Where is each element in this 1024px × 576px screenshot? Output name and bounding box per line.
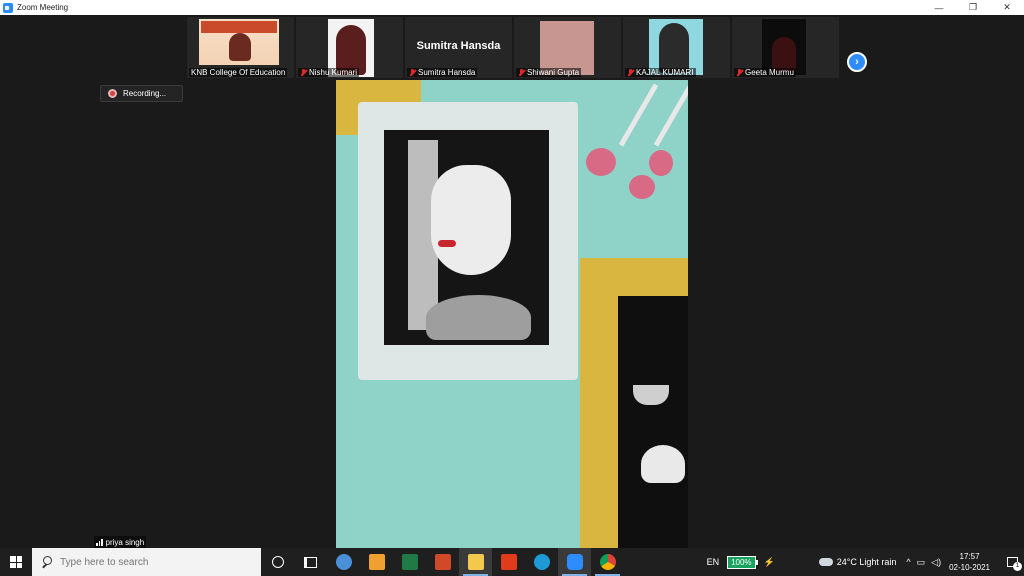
participant-thumbnail[interactable]: Nishu Kumari <box>296 17 403 78</box>
paper-flower <box>629 175 655 199</box>
store-icon <box>368 554 385 570</box>
lamp-painting <box>618 296 688 549</box>
restore-button[interactable]: ❐ <box>956 0 990 15</box>
cloud-rain-icon <box>818 558 833 566</box>
volume-icon[interactable]: ◁) <box>931 557 941 568</box>
clock-date: 02-10-2021 <box>949 563 990 572</box>
mic-muted-icon <box>627 68 634 77</box>
taskbar-search[interactable] <box>32 548 261 576</box>
language-indicator[interactable]: EN <box>707 557 720 567</box>
network-icon[interactable]: ▭ <box>917 557 926 568</box>
file-explorer-icon <box>467 554 484 570</box>
battery-cap <box>755 559 758 565</box>
cortana-button[interactable] <box>261 548 294 576</box>
search-input[interactable] <box>60 556 250 568</box>
mic-muted-icon <box>518 68 525 77</box>
chrome-icon <box>599 554 616 570</box>
cortana-icon <box>271 556 284 568</box>
mic-muted-icon <box>300 68 307 77</box>
start-button[interactable] <box>0 548 32 576</box>
window-controls: — ❐ ✕ <box>922 0 1024 15</box>
browser-icon <box>335 554 352 570</box>
minimize-button[interactable]: — <box>922 0 956 15</box>
recording-label: Recording... <box>123 89 167 98</box>
red-lips <box>438 240 456 247</box>
task-view-icon <box>304 556 317 568</box>
recording-indicator[interactable]: Recording... <box>100 85 183 102</box>
participant-name: KNB College Of Education <box>189 68 288 77</box>
paper-flower <box>586 148 616 176</box>
active-speaker-label: priya singh <box>94 536 147 548</box>
system-tray: EN 100% ⚡ 24°C Light rain ^ ▭ ◁) 17:57 0… <box>707 548 1024 576</box>
search-icon <box>40 555 54 569</box>
taskbar-app[interactable] <box>558 548 591 576</box>
decor-stick <box>653 83 688 147</box>
windows-logo-icon <box>10 556 22 568</box>
clock[interactable]: 17:57 02-10-2021 <box>949 551 990 573</box>
participant-name: Shiwani Gupta <box>516 68 582 77</box>
decor-stick <box>618 83 659 147</box>
participant-big-name: Sumitra Hansda <box>416 40 501 52</box>
participant-thumbnail[interactable]: Sumitra Hansda Sumitra Hansda <box>405 17 512 78</box>
necklace-pattern <box>426 295 531 340</box>
charging-icon: ⚡ <box>763 556 775 567</box>
taskbar-app[interactable] <box>459 548 492 576</box>
participant-name: Nishu Kumari <box>298 68 360 77</box>
participant-name: KAJAL KUMARI <box>625 68 696 77</box>
participant-name: Sumitra Hansda <box>407 68 478 77</box>
taskbar-app[interactable] <box>360 548 393 576</box>
taskbar-app[interactable] <box>492 548 525 576</box>
person-image <box>659 23 689 73</box>
speaker-name: priya singh <box>105 537 145 547</box>
excel-icon <box>401 554 418 570</box>
tray-icons: ^ ▭ ◁) <box>906 557 941 568</box>
face-drawing <box>431 165 511 275</box>
taskbar-app[interactable] <box>591 548 624 576</box>
meeting-area: KNB College Of Education Nishu Kumari Su… <box>0 15 1024 549</box>
mic-muted-icon <box>736 68 743 77</box>
signal-strength-icon <box>96 538 103 546</box>
office-icon <box>500 554 517 570</box>
mic-muted-icon <box>409 68 416 77</box>
close-button[interactable]: ✕ <box>990 0 1024 15</box>
window-title: Zoom Meeting <box>17 3 69 12</box>
main-video <box>336 80 688 549</box>
battery-percent: 100% <box>727 555 756 569</box>
participant-name: Geeta Murmu <box>734 68 796 77</box>
zoom-app-icon <box>3 2 13 13</box>
banner-image <box>201 21 277 33</box>
powerpoint-icon <box>434 554 451 570</box>
record-icon <box>108 89 117 98</box>
participant-thumbnail[interactable]: Geeta Murmu <box>732 17 839 78</box>
next-page-arrow-icon[interactable]: › <box>847 52 867 72</box>
task-view-button[interactable] <box>294 548 327 576</box>
person-image <box>229 33 251 61</box>
taskbar-app[interactable] <box>327 548 360 576</box>
zoom-icon <box>566 554 583 570</box>
title-bar: Zoom Meeting — ❐ ✕ <box>0 0 1024 15</box>
clock-time: 17:57 <box>959 552 980 561</box>
weather-widget[interactable]: 24°C Light rain <box>818 557 897 567</box>
chevron-up-icon[interactable]: ^ <box>906 557 910 568</box>
weather-text: 24°C Light rain <box>836 557 897 567</box>
notification-badge: 1 <box>1013 562 1022 571</box>
participant-thumbnail[interactable]: KNB College Of Education <box>187 17 294 78</box>
taskbar: EN 100% ⚡ 24°C Light rain ^ ▭ ◁) 17:57 0… <box>0 548 1024 576</box>
edge-icon <box>533 554 550 570</box>
paper-flower <box>649 150 673 176</box>
participant-video <box>540 21 594 75</box>
lotus-drawing <box>641 445 685 483</box>
participant-strip: KNB College Of Education Nishu Kumari Su… <box>187 17 839 78</box>
taskbar-app[interactable] <box>525 548 558 576</box>
participant-thumbnail[interactable]: KAJAL KUMARI <box>623 17 730 78</box>
battery-indicator[interactable]: 100% <box>727 555 758 569</box>
taskbar-app[interactable] <box>393 548 426 576</box>
taskbar-app[interactable] <box>426 548 459 576</box>
diya-drawing <box>633 385 669 405</box>
participant-thumbnail[interactable]: Shiwani Gupta <box>514 17 621 78</box>
notification-button[interactable]: 1 <box>1000 548 1024 576</box>
